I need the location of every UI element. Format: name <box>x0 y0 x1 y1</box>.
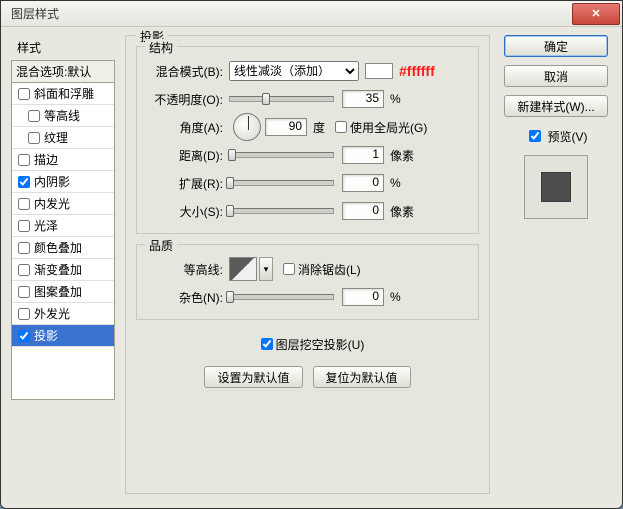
style-item-0[interactable]: 斜面和浮雕 <box>12 83 114 105</box>
spread-slider[interactable] <box>229 180 334 186</box>
angle-unit: 度 <box>313 119 325 136</box>
dialog-buttons: 确定 取消 新建样式(W)... 预览(V) <box>500 35 612 494</box>
style-label-6: 光泽 <box>34 217 58 234</box>
style-label-2: 纹理 <box>44 129 68 146</box>
distance-unit: 像素 <box>390 147 414 164</box>
quality-group: 品质 等高线: ▾ 消除锯齿(L) 杂色(N): 0 % <box>136 244 479 320</box>
style-label-11: 投影 <box>34 327 58 344</box>
blend-mode-select[interactable]: 线性减淡（添加） <box>229 61 359 81</box>
noise-field[interactable]: 0 <box>342 288 384 306</box>
style-label-0: 斜面和浮雕 <box>34 85 94 102</box>
size-unit: 像素 <box>390 203 414 220</box>
size-label: 大小(S): <box>147 203 229 220</box>
blend-options-row[interactable]: 混合选项:默认 <box>12 61 114 83</box>
global-light-label: 使用全局光(G) <box>350 119 427 136</box>
distance-field[interactable]: 1 <box>342 146 384 164</box>
spread-unit: % <box>390 176 401 190</box>
contour-dropdown-button[interactable]: ▾ <box>259 257 273 281</box>
size-slider[interactable] <box>229 208 334 214</box>
opacity-field[interactable]: 35 <box>342 90 384 108</box>
style-checkbox-11[interactable] <box>18 330 30 342</box>
style-label-7: 颜色叠加 <box>34 239 82 256</box>
titlebar: 图层样式 ✕ <box>1 1 622 27</box>
style-checkbox-8[interactable] <box>18 264 30 276</box>
preview-checkbox[interactable] <box>529 130 541 142</box>
window-title: 图层样式 <box>11 5 59 22</box>
spread-field[interactable]: 0 <box>342 174 384 192</box>
cancel-button[interactable]: 取消 <box>504 65 608 87</box>
style-checkbox-10[interactable] <box>18 308 30 320</box>
antialias-checkbox[interactable] <box>283 263 295 275</box>
close-button[interactable]: ✕ <box>572 3 620 25</box>
noise-slider[interactable] <box>229 294 334 300</box>
preview-swatch <box>541 172 571 202</box>
close-icon: ✕ <box>591 7 600 20</box>
preview-label: 预览(V) <box>548 128 588 145</box>
opacity-unit: % <box>390 92 401 106</box>
preview-thumbnail <box>524 155 588 219</box>
style-checkbox-1[interactable] <box>28 110 40 122</box>
reset-default-button[interactable]: 复位为默认值 <box>313 366 411 388</box>
structure-legend: 结构 <box>145 39 177 56</box>
contour-label: 等高线: <box>147 261 229 278</box>
new-style-button[interactable]: 新建样式(W)... <box>504 95 608 117</box>
shadow-color-swatch[interactable] <box>365 63 393 79</box>
layer-style-dialog: 图层样式 ✕ 样式 混合选项:默认 斜面和浮雕等高线纹理描边内阴影内发光光泽颜色… <box>0 0 623 509</box>
blend-mode-label: 混合模式(B): <box>147 63 229 80</box>
style-checkbox-4[interactable] <box>18 176 30 188</box>
size-field[interactable]: 0 <box>342 202 384 220</box>
ok-button[interactable]: 确定 <box>504 35 608 57</box>
style-item-3[interactable]: 描边 <box>12 149 114 171</box>
style-item-11[interactable]: 投影 <box>12 325 114 347</box>
style-label-8: 渐变叠加 <box>34 261 82 278</box>
style-checkbox-2[interactable] <box>28 132 40 144</box>
distance-slider[interactable] <box>229 152 334 158</box>
knockout-checkbox[interactable] <box>261 338 273 350</box>
color-hash-text: #ffffff <box>399 63 435 79</box>
opacity-slider[interactable] <box>229 96 334 102</box>
knockout-label: 图层挖空投影(U) <box>276 336 365 353</box>
style-label-3: 描边 <box>34 151 58 168</box>
style-item-10[interactable]: 外发光 <box>12 303 114 325</box>
style-list: 混合选项:默认 斜面和浮雕等高线纹理描边内阴影内发光光泽颜色叠加渐变叠加图案叠加… <box>11 60 115 400</box>
style-checkbox-9[interactable] <box>18 286 30 298</box>
style-item-5[interactable]: 内发光 <box>12 193 114 215</box>
style-sidebar: 样式 混合选项:默认 斜面和浮雕等高线纹理描边内阴影内发光光泽颜色叠加渐变叠加图… <box>11 35 115 494</box>
structure-group: 结构 混合模式(B): 线性减淡（添加） #ffffff 不透明度(O): 35… <box>136 46 479 234</box>
style-item-9[interactable]: 图案叠加 <box>12 281 114 303</box>
style-item-4[interactable]: 内阴影 <box>12 171 114 193</box>
quality-legend: 品质 <box>145 237 177 254</box>
opacity-label: 不透明度(O): <box>147 91 229 108</box>
style-item-1[interactable]: 等高线 <box>12 105 114 127</box>
style-checkbox-5[interactable] <box>18 198 30 210</box>
angle-dial[interactable] <box>233 113 261 141</box>
style-item-6[interactable]: 光泽 <box>12 215 114 237</box>
style-label-5: 内发光 <box>34 195 70 212</box>
style-label-1: 等高线 <box>44 107 80 124</box>
style-item-8[interactable]: 渐变叠加 <box>12 259 114 281</box>
style-item-7[interactable]: 颜色叠加 <box>12 237 114 259</box>
noise-unit: % <box>390 290 401 304</box>
style-checkbox-0[interactable] <box>18 88 30 100</box>
noise-label: 杂色(N): <box>147 289 229 306</box>
style-checkbox-6[interactable] <box>18 220 30 232</box>
settings-panel: 投影 结构 混合模式(B): 线性减淡（添加） #ffffff 不透明度(O):… <box>125 35 490 494</box>
sidebar-header: 样式 <box>11 35 115 60</box>
blend-options-label: 混合选项:默认 <box>16 63 91 80</box>
style-label-4: 内阴影 <box>34 173 70 190</box>
antialias-label: 消除锯齿(L) <box>298 261 361 278</box>
spread-label: 扩展(R): <box>147 175 229 192</box>
style-checkbox-7[interactable] <box>18 242 30 254</box>
angle-field[interactable]: 90 <box>265 118 307 136</box>
global-light-checkbox[interactable] <box>335 121 347 133</box>
contour-preview[interactable] <box>229 257 257 281</box>
distance-label: 距离(D): <box>147 147 229 164</box>
set-default-button[interactable]: 设置为默认值 <box>204 366 302 388</box>
angle-label: 角度(A): <box>147 119 229 136</box>
style-label-9: 图案叠加 <box>34 283 82 300</box>
style-item-2[interactable]: 纹理 <box>12 127 114 149</box>
style-label-10: 外发光 <box>34 305 70 322</box>
style-checkbox-3[interactable] <box>18 154 30 166</box>
